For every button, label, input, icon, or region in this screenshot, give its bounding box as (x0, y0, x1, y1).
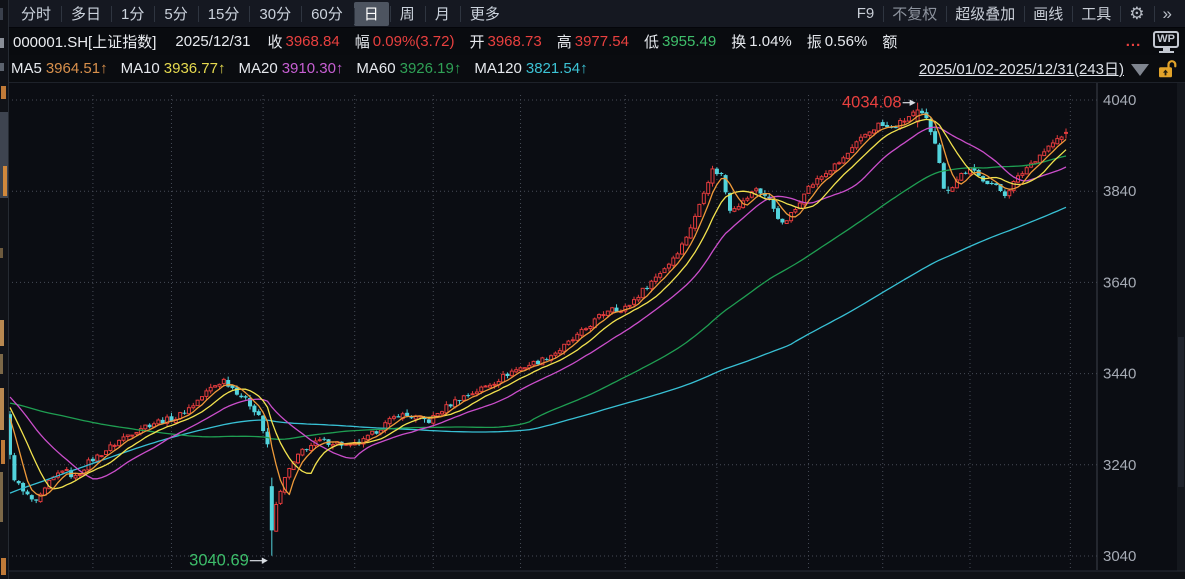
y-axis-tick: 3240 (1103, 457, 1136, 474)
chevron-down-icon[interactable] (1131, 63, 1149, 76)
period-tab-分时[interactable]: 分时 (11, 0, 61, 28)
ma-item-ma20: MA20 3910.30↑ (238, 60, 344, 77)
right-scrollbar-thumb (1178, 337, 1184, 487)
left-edge-fragment (1, 86, 6, 99)
quote-field-收: 收 3968.84 (267, 33, 340, 51)
symbol-label: 000001.SH[上证指数] (13, 34, 157, 51)
quote-ellipsis: ... (1125, 33, 1142, 50)
toolbar-right-controls: F9 不复权 超级叠加 画线 工具 ⚙» (848, 0, 1185, 28)
period-tab-30分[interactable]: 30分 (249, 0, 301, 28)
y-axis-tick: 3840 (1103, 183, 1136, 200)
ma-values: MA5 3964.51↑ MA10 3936.77↑ MA20 3910.30↑ MA60 3… (11, 60, 601, 77)
ma-item-ma5: MA5 3964.51↑ (11, 60, 108, 77)
ma-item-ma60: MA60 3926.19↑ (356, 60, 462, 77)
left-edge-fragment (0, 388, 4, 430)
ma-bar: MA5 3964.51↑ MA10 3936.77↑ MA20 3910.30↑ MA60 3… (0, 55, 1185, 83)
left-edge-fragment (1, 440, 5, 464)
quote-field-换: 换 1.04% (731, 33, 792, 51)
settings-gear-icon[interactable]: ⚙ (1120, 0, 1153, 28)
quote-field-额: 额 (882, 34, 898, 51)
ma-item-ma10: MA10 3936.77↑ (120, 60, 226, 77)
period-tab-5分[interactable]: 5分 (154, 0, 197, 28)
candlestick-chart[interactable]: 4040 3840 3640 3440 3240 3040 4034.08 3040.69 (0, 83, 1185, 579)
period-tab-月[interactable]: 月 (424, 0, 460, 28)
draw-line-button[interactable]: 画线 (1024, 0, 1072, 28)
period-tab-多日[interactable]: 多日 (61, 0, 111, 28)
period-toolbar: 分时 多日 1分 5分 15分 30分 60分日周月更多 F9 不复权 超级叠加 画线 工具 ⚙» (0, 0, 1185, 28)
adjust-mode-button[interactable]: 不复权 (883, 0, 946, 28)
period-tab-更多[interactable]: 更多 (459, 0, 510, 28)
left-edge-fragment (0, 320, 4, 346)
period-tab-15分[interactable]: 15分 (197, 0, 250, 28)
left-edge-fragment (0, 38, 4, 48)
left-edge-fragment (3, 166, 7, 196)
period-tab-1分[interactable]: 1分 (111, 0, 154, 28)
quote-date: 2025/12/31 (175, 33, 251, 50)
tools-button[interactable]: 工具 (1072, 0, 1120, 28)
range-selector: 2025/01/02-2025/12/31(243日) (919, 58, 1185, 79)
quote-field-振: 振 0.56% (806, 33, 868, 51)
f9-button[interactable]: F9 (848, 0, 884, 28)
period-tab-周[interactable]: 周 (389, 0, 425, 28)
low-annotation: 3040.69 (189, 552, 249, 570)
left-edge-fragment (1, 558, 6, 575)
period-tabs: 分时 多日 1分 5分 15分 30分 60分日周月更多 (11, 0, 510, 28)
y-axis-tick: 3640 (1103, 274, 1136, 291)
period-tab-60分[interactable]: 60分 (301, 0, 353, 28)
period-tab-日[interactable]: 日 (353, 1, 389, 26)
left-edge-fragment (0, 354, 3, 374)
wp-monitor-base (1158, 50, 1174, 53)
left-edge-fragment (0, 472, 3, 522)
y-axis-tick: 4040 (1103, 92, 1136, 109)
high-annotation: 4034.08 (842, 94, 902, 112)
right-scrollbar-track (1177, 83, 1185, 579)
wp-badge-label: WP (1153, 30, 1179, 48)
left-edge-fragment (0, 248, 3, 258)
y-axis-tick: 3440 (1103, 366, 1136, 383)
date-range-link[interactable]: 2025/01/02-2025/12/31(243日) (919, 58, 1124, 79)
quote-field-低: 低 3955.49 (643, 33, 717, 51)
quote-field-幅: 幅 0.09%(3.72) (354, 33, 455, 51)
quote-bar: 000001.SH[上证指数] 2025/12/31 收 3968.84 幅 0.09… (0, 28, 1185, 55)
left-edge-fragment (0, 63, 4, 71)
ma-item-ma120: MA120 3821.54↑ (474, 60, 588, 77)
y-axis-tick: 3040 (1103, 548, 1136, 565)
left-edge-fragment (0, 8, 3, 20)
wp-monitor-icon[interactable]: WP (1153, 30, 1179, 53)
expand-more-icon[interactable]: » (1153, 0, 1181, 28)
quote-field-开: 开 3968.73 (469, 33, 542, 51)
unlock-icon[interactable] (1158, 59, 1177, 79)
quote-field-高: 高 3977.54 (556, 33, 629, 51)
left-edge-strip (0, 0, 9, 579)
quote-fields: 收 3968.84 幅 0.09%(3.72) 开 3968.73 高 3977.54 低 395… (267, 31, 915, 52)
super-overlay-button[interactable]: 超级叠加 (946, 0, 1024, 28)
